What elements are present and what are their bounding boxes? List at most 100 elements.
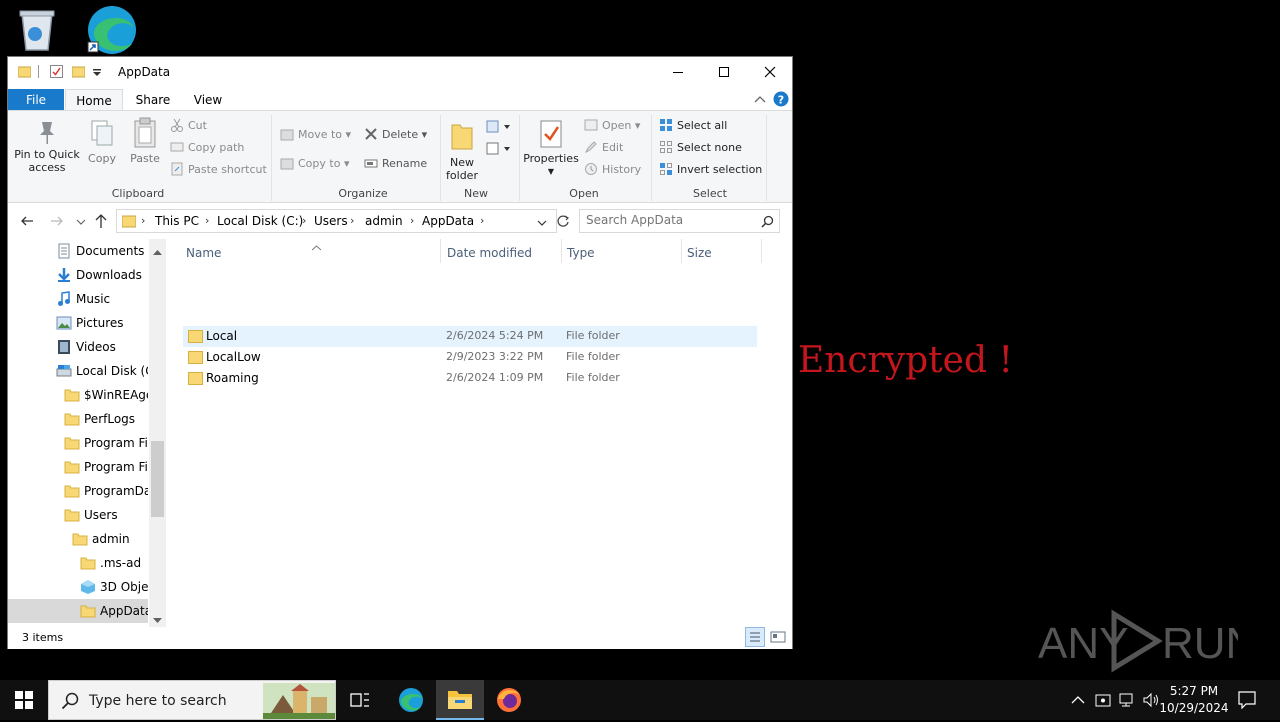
column-header-date[interactable]: Date modified	[447, 246, 532, 260]
tab-home[interactable]: Home	[65, 89, 123, 111]
column-header-type[interactable]: Type	[567, 246, 595, 260]
address-bar[interactable]: › This PC › Local Disk (C:) › Users › ad…	[116, 209, 557, 233]
paste-button[interactable]: Paste	[128, 117, 162, 165]
move-to-button[interactable]: Move to ▾	[280, 126, 351, 144]
search-icon[interactable]	[761, 215, 774, 231]
taskbar-search[interactable]: Type here to search	[48, 680, 336, 720]
breadcrumb-chevron[interactable]: ›	[141, 214, 145, 227]
scroll-down-icon[interactable]	[153, 613, 162, 627]
start-button[interactable]	[0, 680, 48, 720]
nav-item-programdata[interactable]: ProgramData	[8, 479, 148, 503]
meet-now-icon[interactable]	[1095, 692, 1111, 711]
nav-item-winreagent[interactable]: $WinREAgent	[8, 383, 148, 407]
properties-button[interactable]: Properties ▼	[522, 119, 580, 178]
column-separator[interactable]	[440, 239, 441, 263]
copy-button[interactable]: Copy	[86, 119, 118, 165]
taskbar-file-explorer-button[interactable]	[436, 680, 484, 720]
column-header-name[interactable]: Name	[186, 246, 221, 260]
up-arrow-icon[interactable]	[94, 213, 108, 232]
invert-selection-button[interactable]: Invert selection	[659, 161, 762, 179]
edge-desktop-icon[interactable]	[84, 4, 144, 60]
tab-file[interactable]: File	[8, 89, 64, 111]
large-icons-view-icon[interactable]	[770, 629, 786, 648]
delete-button[interactable]: Delete ▾	[364, 126, 427, 144]
breadcrumb-chevron[interactable]: ›	[480, 214, 484, 227]
select-all-button[interactable]: Select all	[659, 117, 727, 135]
history-button[interactable]: History	[584, 161, 641, 179]
breadcrumb-chevron[interactable]: ›	[350, 214, 354, 227]
properties-qa-icon[interactable]	[50, 65, 63, 78]
open-button[interactable]: Open ▾	[584, 117, 640, 135]
new-folder-qa-icon[interactable]	[71, 65, 86, 78]
nav-item-local-disk-c[interactable]: Local Disk (C:)	[8, 359, 148, 383]
recycle-bin-icon[interactable]	[12, 6, 72, 62]
tab-view[interactable]: View	[184, 89, 232, 111]
collapse-ribbon-icon[interactable]	[754, 93, 766, 107]
breadcrumb-chevron[interactable]: ›	[302, 214, 306, 227]
scroll-thumb[interactable]	[151, 441, 164, 517]
taskbar-edge-button[interactable]	[387, 680, 435, 720]
back-arrow-icon[interactable]	[20, 214, 34, 231]
scroll-up-icon[interactable]	[153, 245, 162, 259]
task-view-button[interactable]	[336, 680, 384, 720]
breadcrumb-this-pc[interactable]: This PC	[155, 214, 199, 228]
task-view-icon	[350, 693, 369, 707]
nav-item-music[interactable]: Music	[8, 287, 148, 311]
nav-item-ms-ad[interactable]: .ms-ad	[8, 551, 148, 575]
nav-item-appdata[interactable]: AppData	[8, 599, 148, 623]
column-separator[interactable]	[761, 239, 762, 263]
nav-scrollbar[interactable]	[149, 239, 166, 627]
file-row[interactable]: Roaming 2/6/2024 1:09 PM File folder	[183, 368, 757, 389]
address-dropdown-icon[interactable]	[537, 217, 547, 231]
close-button[interactable]	[747, 57, 793, 87]
column-separator[interactable]	[681, 239, 682, 263]
recent-locations-icon[interactable]	[76, 216, 86, 230]
nav-item-downloads[interactable]: Downloads	[8, 263, 148, 287]
qa-dropdown-icon[interactable]	[92, 67, 105, 80]
easy-access-icon[interactable]	[486, 141, 512, 160]
breadcrumb-appdata[interactable]: AppData	[422, 214, 474, 228]
notifications-icon[interactable]	[1238, 691, 1256, 712]
taskbar-firefox-button[interactable]	[485, 680, 533, 720]
network-icon[interactable]	[1118, 692, 1136, 711]
maximize-button[interactable]	[701, 57, 747, 87]
tab-share[interactable]: Share	[128, 89, 178, 111]
cut-button[interactable]: Cut	[170, 117, 207, 135]
nav-item-admin[interactable]: admin	[8, 527, 148, 551]
file-row[interactable]: Local 2/6/2024 5:24 PM File folder	[183, 326, 757, 347]
rename-button[interactable]: Rename	[364, 155, 427, 173]
forward-arrow-icon[interactable]	[50, 214, 64, 231]
new-folder-button[interactable]: New folder	[442, 119, 482, 182]
nav-item-program-files[interactable]: Program Files	[8, 431, 148, 455]
breadcrumb-chevron[interactable]: ›	[205, 214, 209, 227]
nav-item-3d-objects[interactable]: 3D Objects	[8, 575, 148, 599]
pin-to-quick-access-button[interactable]: Pin to Quick access	[14, 119, 80, 174]
breadcrumb-local-disk[interactable]: Local Disk (C:)	[217, 214, 303, 228]
system-clock[interactable]: 5:27 PM 10/29/2024	[1158, 683, 1230, 717]
nav-item-pictures[interactable]: Pictures	[8, 311, 148, 335]
breadcrumb-chevron[interactable]: ›	[410, 214, 414, 227]
search-input[interactable]	[586, 213, 756, 227]
nav-item-documents[interactable]: Documents	[8, 239, 148, 263]
column-header-size[interactable]: Size	[687, 246, 712, 260]
select-none-button[interactable]: Select none	[659, 139, 742, 157]
refresh-icon[interactable]	[556, 214, 570, 231]
nav-item-program-files[interactable]: Program Files	[8, 455, 148, 479]
help-icon[interactable]: ?	[773, 91, 789, 110]
nav-item-perflogs[interactable]: PerfLogs	[8, 407, 148, 431]
copy-to-button[interactable]: Copy to ▾	[280, 155, 349, 173]
edit-button[interactable]: Edit	[584, 139, 623, 157]
file-row[interactable]: LocalLow 2/9/2023 3:22 PM File folder	[183, 347, 757, 368]
copy-path-button[interactable]: Copy path	[170, 139, 244, 157]
breadcrumb-admin[interactable]: admin	[365, 214, 403, 228]
breadcrumb-users[interactable]: Users	[314, 214, 348, 228]
search-box[interactable]	[579, 209, 780, 233]
new-item-icon[interactable]	[486, 119, 512, 138]
column-separator[interactable]	[561, 239, 562, 263]
minimize-button[interactable]	[655, 57, 701, 87]
nav-item-users[interactable]: Users	[8, 503, 148, 527]
show-hidden-icons-icon[interactable]	[1071, 694, 1085, 708]
nav-item-videos[interactable]: Videos	[8, 335, 148, 359]
paste-shortcut-button[interactable]: Paste shortcut	[170, 161, 267, 179]
details-view-button[interactable]	[745, 627, 765, 647]
